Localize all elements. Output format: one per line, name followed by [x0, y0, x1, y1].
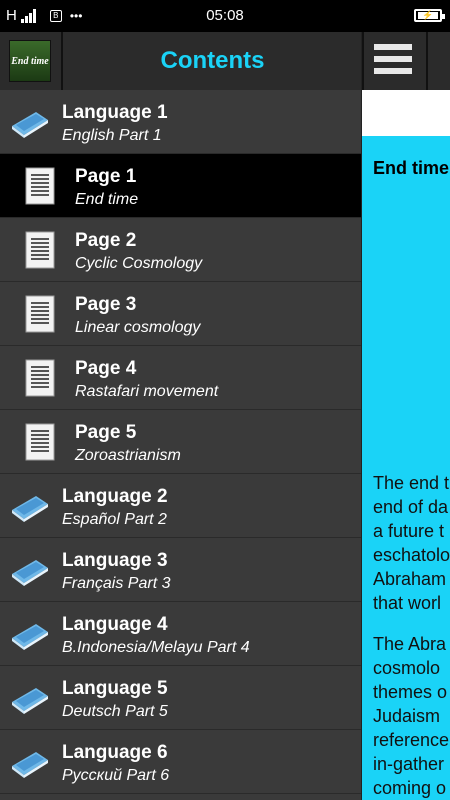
book-icon: [12, 112, 48, 138]
paragraph-line: The Abra: [373, 634, 447, 654]
paragraph-line: end of da: [373, 497, 449, 517]
paragraph-line: coming o: [373, 778, 447, 798]
paragraph-line: cosmolo: [373, 658, 441, 678]
item-title: Language 3: [62, 550, 168, 571]
drawer-item-page-5[interactable]: Page 5 Zoroastrianism: [0, 410, 361, 474]
paragraph-line: reference: [373, 730, 450, 750]
document-icon: [25, 167, 55, 205]
drawer-item-page-3[interactable]: Page 3 Linear cosmology: [0, 282, 361, 346]
paragraph-line: Judaism: [373, 706, 441, 726]
book-icon: [12, 688, 48, 714]
drawer-header: End time Contents: [0, 32, 361, 90]
paragraph-line: eschatolo: [373, 545, 450, 565]
item-subtitle: B.Indonesia/Melayu Part 4: [62, 639, 250, 656]
drawer-item-language-4[interactable]: Language 4 B.Indonesia/Melayu Part 4: [0, 602, 361, 666]
item-title: Page 3: [75, 294, 137, 315]
item-title: Page 2: [75, 230, 137, 251]
item-title: Language 1: [62, 102, 168, 123]
item-subtitle: Русский Part 6: [62, 767, 170, 784]
item-subtitle: Linear cosmology: [75, 319, 201, 336]
drawer-item-language-2[interactable]: Language 2 Español Part 2: [0, 474, 361, 538]
book-icon: [12, 496, 48, 522]
navigation-drawer: End time Contents Language 1 English Par…: [0, 32, 362, 800]
paragraph-line: themes o: [373, 682, 448, 702]
item-title: Page 5: [75, 422, 137, 443]
drawer-item-language-1[interactable]: Language 1 English Part 1: [0, 90, 361, 154]
item-title: Page 4: [75, 358, 137, 379]
battery-charging-icon: ⚡: [414, 9, 445, 22]
book-icon: [12, 624, 48, 650]
book-icon: [12, 560, 48, 586]
document-icon: [25, 231, 55, 269]
document-icon: [25, 295, 55, 333]
paragraph-line: a future t: [373, 521, 445, 541]
item-subtitle: Cyclic Cosmology: [75, 255, 203, 272]
paragraph-line: in-gather: [373, 754, 445, 774]
drawer-item-language-5[interactable]: Language 5 Deutsch Part 5: [0, 666, 361, 730]
app-logo: End time: [9, 40, 51, 82]
content-title: End time: [373, 158, 450, 178]
item-title: Language 6: [62, 742, 168, 763]
item-subtitle: English Part 1: [62, 127, 162, 144]
item-subtitle: Rastafari movement: [75, 383, 219, 400]
drawer-item-page-4[interactable]: Page 4 Rastafari movement: [0, 346, 361, 410]
toolbar-divider: [426, 32, 428, 90]
drawer-title: Contents: [160, 47, 265, 74]
paragraph-line: The end t: [373, 473, 450, 493]
drawer-item-language-6[interactable]: Language 6 Русский Part 6: [0, 730, 361, 794]
document-icon: [25, 359, 55, 397]
item-title: Language 2: [62, 486, 168, 507]
hamburger-menu-icon[interactable]: [374, 44, 412, 78]
book-icon: [12, 752, 48, 778]
item-title: Language 5: [62, 678, 168, 699]
item-subtitle: Français Part 3: [62, 575, 171, 592]
drawer-item-language-3[interactable]: Language 3 Français Part 3: [0, 538, 361, 602]
drawer-item-page-1[interactable]: Page 1 End time: [0, 154, 361, 218]
item-subtitle: Zoroastrianism: [75, 447, 181, 464]
content-paragraph-1: The end t end of da a future t eschatolo…: [373, 471, 450, 615]
content-ad-strip: [362, 90, 450, 136]
item-subtitle: End time: [75, 191, 139, 208]
drawer-item-page-2[interactable]: Page 2 Cyclic Cosmology: [0, 218, 361, 282]
paragraph-line: Abraham: [373, 569, 447, 589]
status-bar: H B ••• 05:08 ⚡: [0, 0, 450, 32]
content-paragraph-2: The Abra cosmolo themes o Judaism refere…: [373, 632, 450, 800]
paragraph-line: that worl: [373, 593, 442, 613]
item-title: Page 1: [75, 166, 137, 187]
item-subtitle: Español Part 2: [62, 511, 167, 528]
document-icon: [25, 423, 55, 461]
item-subtitle: Deutsch Part 5: [62, 703, 168, 720]
content-toolbar: [362, 32, 450, 90]
status-time: 05:08: [206, 7, 244, 24]
item-title: Language 4: [62, 614, 168, 635]
